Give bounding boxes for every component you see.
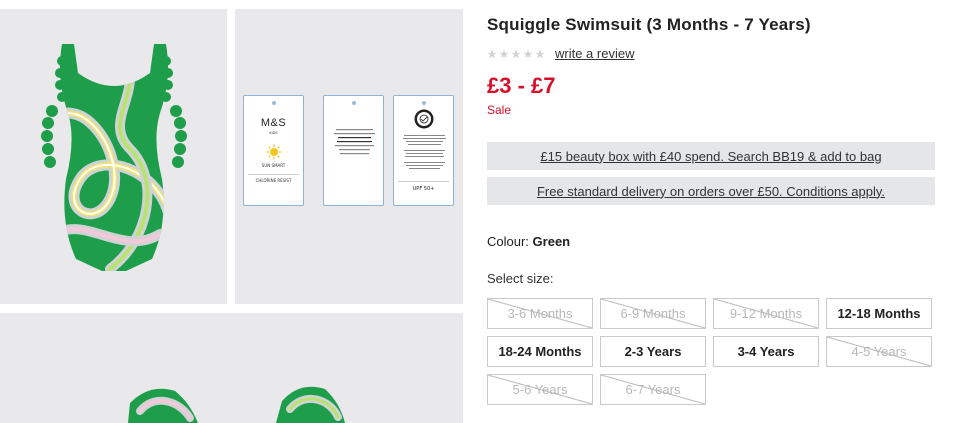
brand-tag: M&S KIDS SUN SMART CHLORINE RESIST <box>243 95 304 206</box>
size-option-label: 4-5 Years <box>851 344 907 359</box>
size-option-9-12-months: 9-12 Months <box>713 298 819 329</box>
colour-value: Green <box>532 234 571 249</box>
info-tag <box>323 95 384 206</box>
tag-hole <box>271 101 276 105</box>
size-option-3-6-months: 3-6 Months <box>487 298 593 329</box>
colour-label: Colour: <box>487 234 529 249</box>
product-details: Squiggle Swimsuit (3 Months - 7 Years) w… <box>487 0 935 423</box>
tag-upf-label: UPF 50+ <box>398 181 449 192</box>
size-option-6-9-months: 6-9 Months <box>600 298 706 329</box>
product-title: Squiggle Swimsuit (3 Months - 7 Years) <box>487 15 811 34</box>
size-option-5-6-years: 5-6 Years <box>487 374 593 405</box>
upf-tag: UPF 50+ <box>393 95 454 206</box>
colour-selection: Colour: Green <box>487 234 570 249</box>
skin-foundation-seal-icon <box>414 109 433 129</box>
star-empty-icon <box>535 49 545 58</box>
size-option-4-5-years: 4-5 Years <box>826 336 932 367</box>
size-option-label: 6-9 Months <box>620 306 686 321</box>
star-empty-icon <box>499 49 509 58</box>
gallery-image-swimsuit-front[interactable] <box>0 9 227 304</box>
tag-upf-fine-print <box>403 135 446 169</box>
size-option-6-7-years: 6-7 Years <box>600 374 706 405</box>
tag-sun-smart-label: SUN SMART <box>261 163 286 168</box>
size-option-label: 6-7 Years <box>625 382 681 397</box>
size-option-3-4-years[interactable]: 3-4 Years <box>713 336 819 367</box>
size-option-label: 9-12 Months <box>729 306 803 321</box>
tag-divider <box>248 174 299 175</box>
star-empty-icon <box>511 49 521 58</box>
product-rating: write a review <box>487 46 634 61</box>
swimsuit-back-image <box>128 386 345 423</box>
size-option-12-18-months[interactable]: 12-18 Months <box>826 298 932 329</box>
gallery-image-swimsuit-back[interactable] <box>0 313 463 423</box>
tag-chlorine-label: CHLORINE RESIST <box>255 178 292 183</box>
size-option-label: 12-18 Months <box>837 306 921 321</box>
tag-kids-label: KIDS <box>269 131 278 135</box>
size-option-label: 2-3 Years <box>624 344 682 359</box>
swimsuit-front-image <box>41 44 187 271</box>
product-price: £3 - £7 <box>487 73 556 98</box>
select-size-label: Select size: <box>487 271 554 286</box>
gallery-image-tags[interactable]: M&S KIDS SUN SMART CHLORINE RESIST UPF 5… <box>235 9 463 304</box>
tag-hole <box>351 101 356 105</box>
sun-icon <box>266 144 281 160</box>
promo-banner-free-delivery[interactable]: Free standard delivery on orders over £5… <box>487 177 935 205</box>
star-empty-icon <box>487 49 497 58</box>
tag-brand-logo: M&S <box>260 117 287 129</box>
tag-hole <box>421 101 426 105</box>
write-review-link[interactable]: write a review <box>555 46 634 61</box>
product-image-gallery: M&S KIDS SUN SMART CHLORINE RESIST UPF 5… <box>0 0 463 423</box>
sale-label: Sale <box>487 103 512 117</box>
size-option-label: 3-6 Months <box>507 306 573 321</box>
size-option-label: 3-4 Years <box>737 344 795 359</box>
size-option-label: 18-24 Months <box>498 344 582 359</box>
tag-fine-print <box>334 129 375 155</box>
star-empty-icon <box>523 49 533 58</box>
size-option-2-3-years[interactable]: 2-3 Years <box>600 336 706 367</box>
size-option-label: 5-6 Years <box>512 382 568 397</box>
size-option-18-24-months[interactable]: 18-24 Months <box>487 336 593 367</box>
promo-banner-beauty-box[interactable]: £15 beauty box with £40 spend. Search BB… <box>487 142 935 170</box>
